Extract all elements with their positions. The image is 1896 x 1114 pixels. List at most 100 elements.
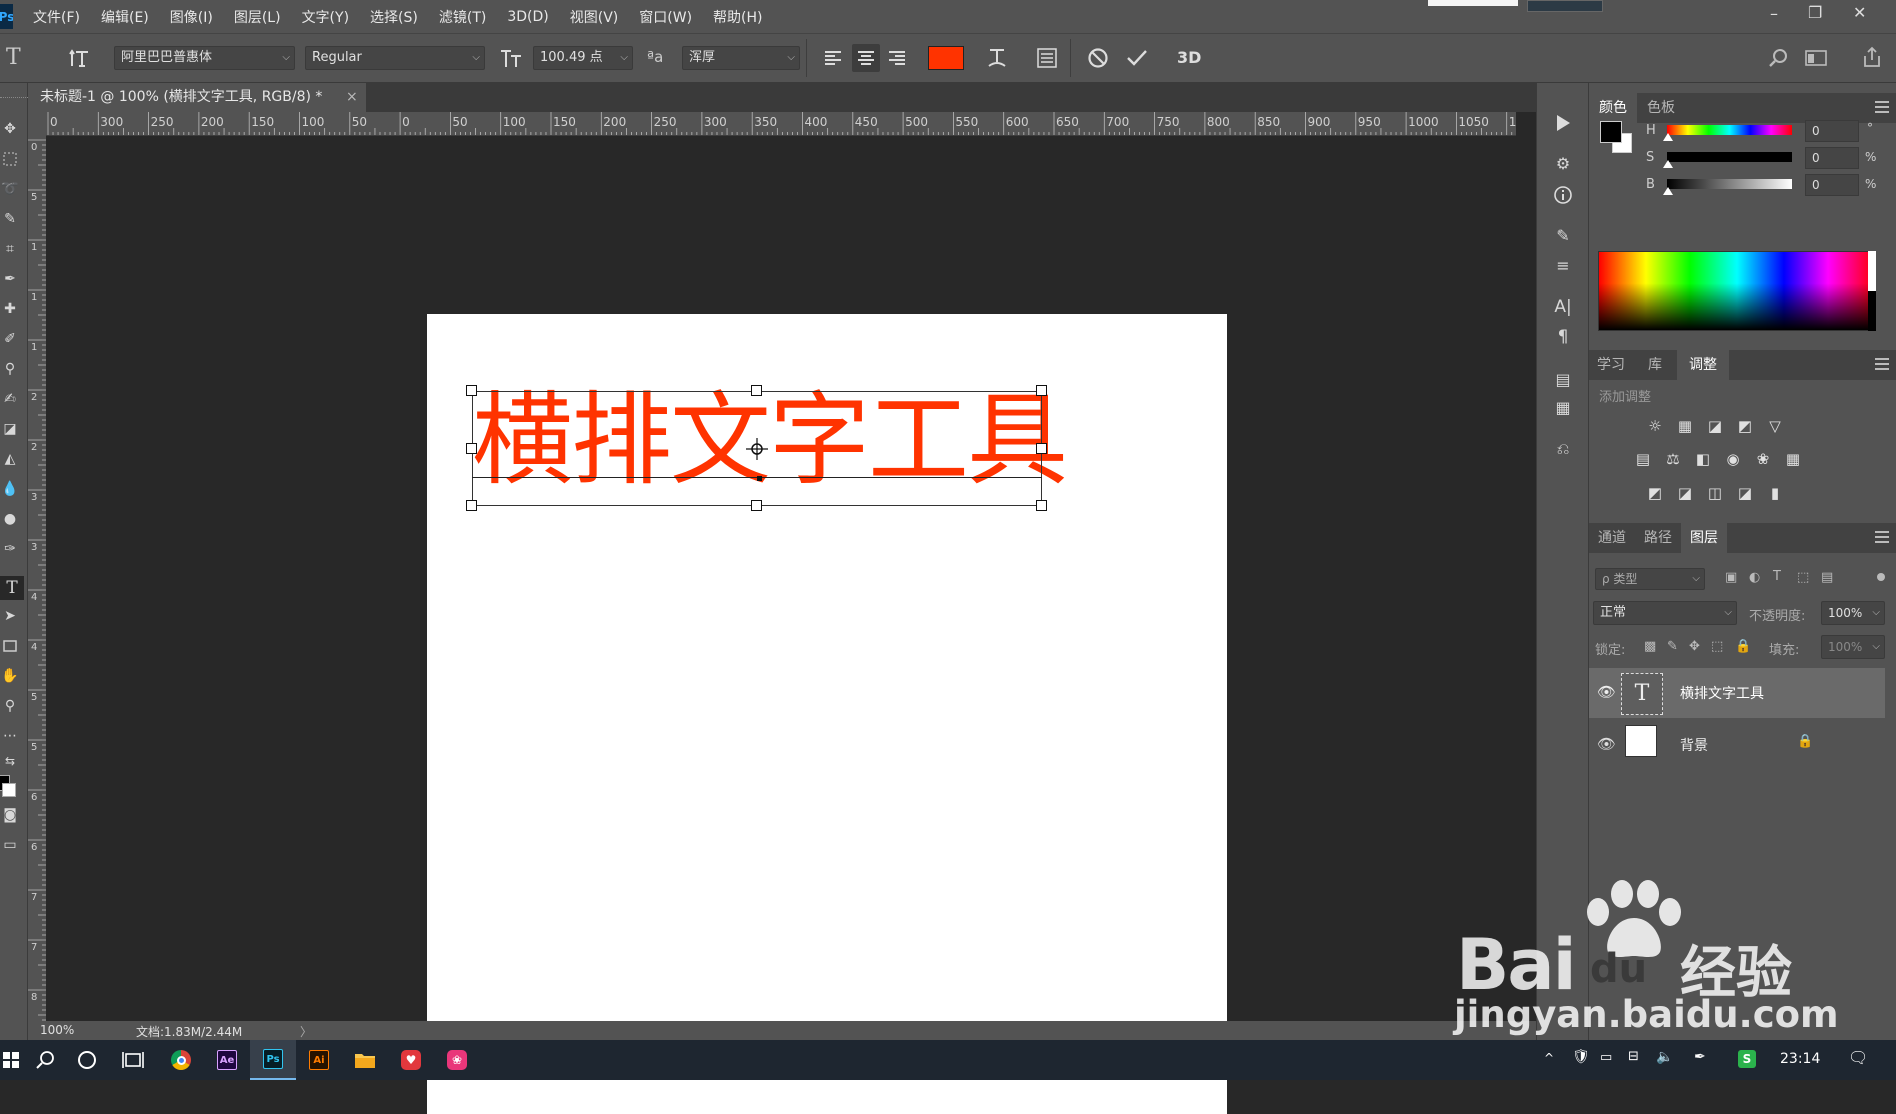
blend-mode-select[interactable]: 正常 ⌵ (1593, 601, 1737, 625)
healing-brush-tool-icon[interactable]: ✚ (0, 299, 20, 319)
brightness-slider[interactable] (1667, 179, 1792, 189)
ime-icon[interactable]: S (1738, 1050, 1756, 1068)
spectrum-white[interactable] (1868, 251, 1876, 291)
menu-image[interactable]: 图像(I) (170, 7, 213, 27)
levels-icon[interactable]: ▦ (1675, 418, 1695, 434)
character-panel-icon[interactable]: A| (1551, 295, 1575, 319)
spectrum-black[interactable] (1868, 291, 1876, 331)
menu-filter[interactable]: 滤镜(T) (439, 7, 486, 27)
tab-learn[interactable]: 学习 (1589, 350, 1633, 380)
threshold-icon[interactable]: ◫ (1705, 485, 1725, 501)
menu-file[interactable]: 文件(F) (33, 7, 80, 27)
tab-adjustments[interactable]: 调整 (1677, 350, 1729, 380)
paragraph-styles-icon[interactable]: ▦ (1551, 395, 1575, 419)
invert-icon[interactable]: ◩ (1645, 485, 1665, 501)
pen-icon[interactable]: ✒ (1694, 1049, 1706, 1065)
curves-icon[interactable]: ◪ (1705, 418, 1725, 434)
align-center-icon[interactable] (852, 44, 880, 72)
font-family-select[interactable]: 阿里巴巴普惠体 ⌵ (114, 46, 295, 70)
filter-pixel-icon[interactable]: ▣ (1725, 570, 1737, 585)
brush-presets-icon[interactable]: ≡ (1551, 253, 1575, 277)
chrome-icon[interactable] (158, 1040, 204, 1080)
gradient-map-icon[interactable]: ▮ (1765, 485, 1785, 501)
saturation-slider-thumb[interactable] (1663, 160, 1673, 168)
lock-position-icon[interactable]: ✥ (1689, 639, 1700, 654)
tab-layers[interactable]: 图层 (1681, 523, 1727, 553)
eyedropper-tool-icon[interactable]: ✒ (0, 269, 20, 289)
color-balance-icon[interactable]: ⚖ (1663, 451, 1683, 467)
type-tool-icon[interactable]: T (0, 576, 24, 600)
filter-type-icon[interactable]: T (1773, 569, 1781, 584)
search-icon[interactable] (1766, 46, 1790, 70)
properties-icon[interactable]: ⚙ (1551, 151, 1575, 175)
toggle-text-orientation-icon[interactable] (68, 45, 94, 71)
font-style-select[interactable]: Regular ⌵ (305, 46, 485, 70)
hue-saturation-icon[interactable]: ▤ (1633, 451, 1653, 467)
fill-input[interactable]: 100% ⌵ (1821, 635, 1885, 659)
brightness-input[interactable]: 0 (1805, 174, 1859, 196)
battery-icon[interactable]: ▭ (1600, 1050, 1612, 1065)
menu-3d[interactable]: 3D(D) (507, 9, 548, 25)
workspace-icon[interactable] (1804, 46, 1828, 70)
cortana-icon[interactable] (64, 1040, 110, 1080)
tab-libraries[interactable]: 库 (1633, 350, 1677, 380)
layer-name[interactable]: 背景 (1680, 735, 1708, 755)
color-spectrum[interactable] (1598, 251, 1876, 331)
path-selection-tool-icon[interactable]: ➤ (0, 606, 20, 626)
blur-tool-icon[interactable]: 💧 (0, 479, 20, 499)
network-icon[interactable]: ⊟ (1628, 1049, 1639, 1064)
restore-button[interactable]: ❐ (1808, 3, 1822, 22)
brush-tool-icon[interactable]: ✐ (0, 329, 20, 349)
menu-edit[interactable]: 编辑(E) (101, 7, 149, 27)
lock-image-icon[interactable]: ✎ (1667, 639, 1678, 654)
commit-edits-icon[interactable] (1124, 46, 1150, 70)
zoom-tool-icon[interactable]: ⚲ (0, 696, 20, 716)
quick-mask-icon[interactable]: ◙ (0, 805, 20, 825)
brush-settings-icon[interactable]: ✎ (1551, 223, 1575, 247)
transform-handle-bl[interactable] (466, 500, 477, 511)
document-tab[interactable]: 未标题-1 @ 100% (横排文字工具, RGB/8) * × (28, 83, 366, 112)
color-lookup-icon[interactable]: ▦ (1783, 451, 1803, 467)
tab-paths[interactable]: 路径 (1635, 523, 1681, 553)
text-color-swatch[interactable] (928, 46, 964, 70)
pen-tool-icon[interactable]: ✑ (0, 539, 20, 559)
gradient-tool-icon[interactable]: ◭ (0, 449, 20, 469)
dodge-tool-icon[interactable]: ● (0, 509, 20, 529)
pink-app-icon[interactable]: ❀ (434, 1040, 480, 1080)
filter-toggle[interactable] (1877, 573, 1885, 581)
minimize-button[interactable]: – (1770, 4, 1778, 23)
red-app-icon[interactable]: ♥ (388, 1040, 434, 1080)
vibrance-icon[interactable]: ▽ (1765, 418, 1785, 434)
lock-transparent-icon[interactable]: ▩ (1644, 639, 1656, 654)
menu-type[interactable]: 文字(Y) (302, 7, 349, 27)
transform-handle-tc[interactable] (751, 385, 762, 396)
panel-menu-icon[interactable] (1875, 358, 1889, 370)
hand-tool-icon[interactable]: ✋ (0, 666, 20, 686)
zoom-level[interactable]: 100% (40, 1023, 74, 1037)
3d-button[interactable]: 3D (1177, 48, 1201, 67)
foreground-color-swatch[interactable] (1600, 121, 1622, 143)
warp-text-icon[interactable] (984, 45, 1010, 71)
layer-row-background[interactable]: 👁 背景 🔒 (1589, 720, 1885, 770)
screen-mode-icon[interactable]: ▭ (0, 835, 20, 855)
filter-smart-object-icon[interactable]: ▤ (1821, 570, 1833, 585)
task-view-icon[interactable] (110, 1040, 156, 1080)
illustrator-icon[interactable]: Ai (296, 1040, 342, 1080)
hue-input[interactable]: 0 (1805, 120, 1859, 142)
marquee-tool-icon[interactable] (0, 149, 20, 169)
layer-filter-select[interactable]: ρ 类型 ⌵ (1595, 568, 1705, 590)
panel-menu-icon[interactable] (1875, 101, 1889, 113)
character-styles-icon[interactable]: ▤ (1551, 367, 1575, 391)
exposure-icon[interactable]: ◩ (1735, 418, 1755, 434)
panel-menu-icon[interactable] (1875, 531, 1889, 543)
swap-colors-icon[interactable]: ⇆ (0, 751, 20, 771)
history-brush-tool-icon[interactable]: ✍ (0, 389, 20, 409)
lock-all-icon[interactable]: 🔒 (1735, 639, 1751, 654)
antialias-select[interactable]: 浑厚 ⌵ (682, 46, 800, 70)
menu-select[interactable]: 选择(S) (370, 7, 418, 27)
tab-swatches[interactable]: 色板 (1637, 93, 1685, 123)
saturation-input[interactable]: 0 (1805, 147, 1859, 169)
selective-color-icon[interactable]: ◪ (1735, 485, 1755, 501)
quick-select-tool-icon[interactable]: ✎ (0, 209, 20, 229)
align-left-icon[interactable] (820, 46, 846, 70)
